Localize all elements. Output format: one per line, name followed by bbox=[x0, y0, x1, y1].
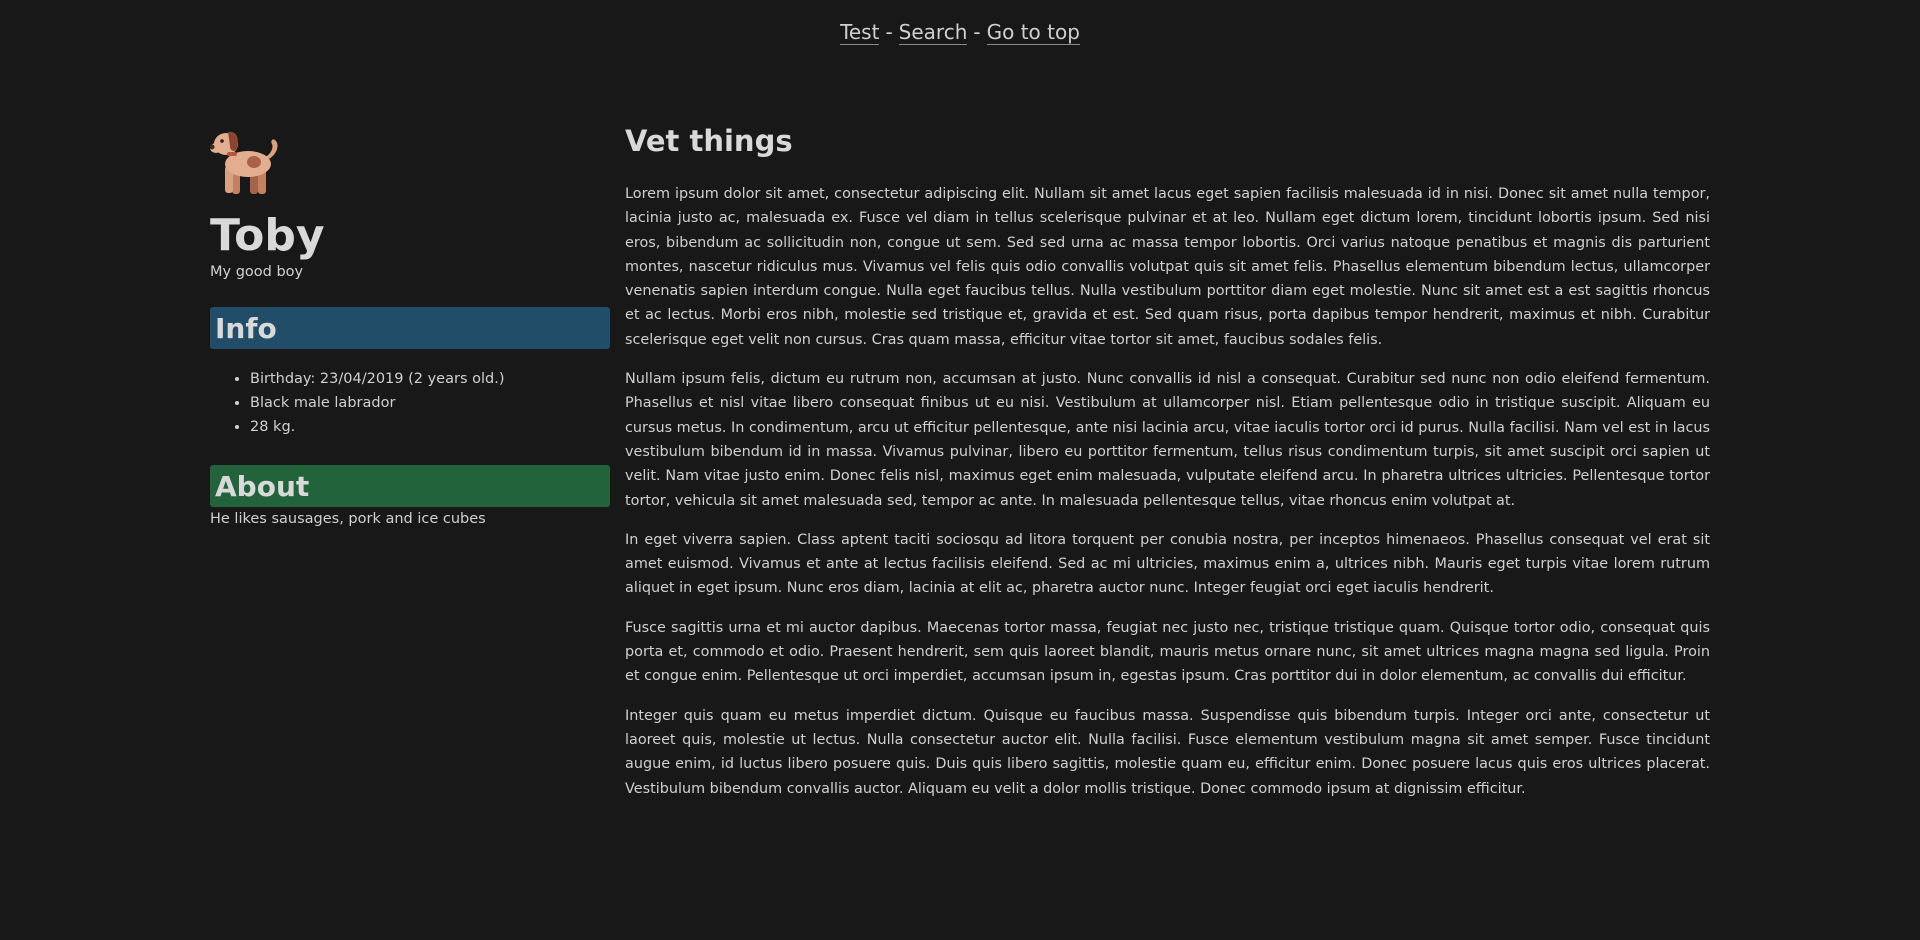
paragraph: Nullam ipsum felis, dictum eu rutrum non… bbox=[625, 371, 1710, 509]
paragraph: Lorem ipsum dolor sit amet, consectetur … bbox=[625, 186, 1710, 348]
pet-name: Toby bbox=[210, 210, 325, 261]
nav-link-test[interactable]: Test bbox=[840, 20, 880, 45]
top-navigation: Test - Search - Go to top bbox=[0, 20, 1920, 45]
paragraph: Integer quis quam eu metus imperdiet dic… bbox=[625, 707, 1710, 797]
nav-separator: - bbox=[973, 20, 981, 44]
nav-link-search[interactable]: Search bbox=[898, 20, 968, 45]
nav-separator: - bbox=[885, 20, 893, 44]
list-item: 28 kg. bbox=[250, 415, 610, 439]
pet-sidebar: Toby My good boy Info Birthday: 23/04/20… bbox=[210, 126, 610, 527]
list-item: Birthday: 23/04/2019 (2 years old.) bbox=[250, 367, 610, 391]
nav-link-go-to-top[interactable]: Go to top bbox=[986, 20, 1080, 45]
info-header: Info bbox=[210, 307, 610, 349]
page-title: Vet things bbox=[625, 124, 793, 158]
about-text: He likes sausages, pork and ice cubes bbox=[210, 511, 486, 527]
main-content: Vet things Lorem ipsum dolor sit amet, c… bbox=[625, 120, 1710, 816]
pet-tagline: My good boy bbox=[210, 264, 304, 280]
about-header: About bbox=[210, 465, 610, 507]
paragraph: Fusce sagittis urna et mi auctor dapibus… bbox=[625, 619, 1710, 685]
info-list: Birthday: 23/04/2019 (2 years old.) Blac… bbox=[210, 367, 610, 439]
dog-icon bbox=[210, 131, 278, 194]
paragraph: In eget viverra sapien. Class aptent tac… bbox=[625, 531, 1710, 597]
list-item: Black male labrador bbox=[250, 391, 610, 415]
